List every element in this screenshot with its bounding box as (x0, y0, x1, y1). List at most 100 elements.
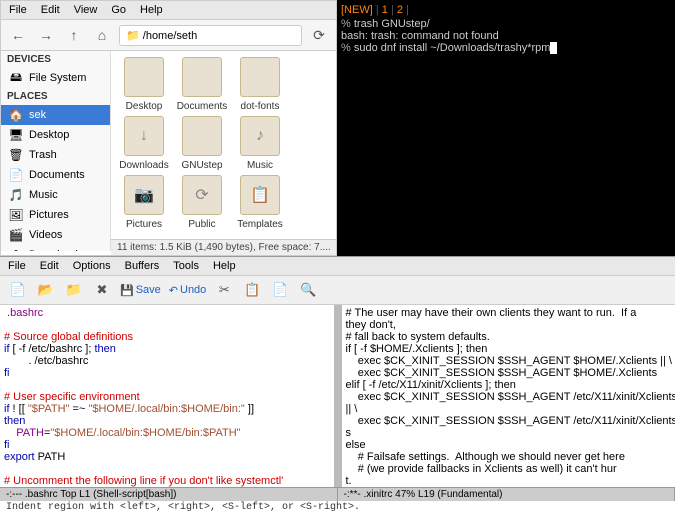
home-button[interactable]: ⌂ (91, 24, 113, 46)
document-icon: 📄 (9, 168, 23, 182)
emacs-toolbar: 📄 📂 📁 ✖ 💾Save ↶Undo ✂ 📋 📄 🔍 (0, 276, 675, 305)
path-input[interactable]: 📁 /home/seth (119, 25, 302, 46)
em-menu-help[interactable]: Help (213, 260, 236, 272)
em-menu-options[interactable]: Options (73, 260, 111, 272)
folder-downloads[interactable]: ↓Downloads (117, 116, 171, 171)
cut-button[interactable]: ✂ (214, 280, 234, 300)
sidebar-item-label: Downloads (29, 249, 83, 251)
fm-menu-help[interactable]: Help (140, 4, 163, 16)
back-button[interactable]: ← (7, 24, 29, 46)
fm-sidebar: DEVICES 🖴 File System PLACES 🏠 sek 🖥 Des… (1, 51, 111, 251)
up-button[interactable]: ↑ (63, 24, 85, 46)
code-line: # (we provide fallbacks in Xclients as w… (346, 463, 617, 475)
path-text: /home/seth (143, 30, 197, 42)
search-button[interactable]: 🔍 (298, 280, 318, 300)
term-tab-2[interactable]: 2 (397, 4, 403, 16)
sidebar-item-videos[interactable]: 🎬 Videos (1, 225, 110, 245)
code-line: exec $CK_XINIT_SESSION $SSH_AGENT $HOME/… (346, 355, 672, 367)
fm-body: DEVICES 🖴 File System PLACES 🏠 sek 🖥 Des… (1, 51, 336, 251)
sidebar-item-label: Trash (29, 149, 57, 161)
sidebar-item-trash[interactable]: 🗑 Trash (1, 145, 110, 165)
folder-label: Public (175, 219, 229, 230)
em-menu-buffers[interactable]: Buffers (125, 260, 160, 272)
forward-button[interactable]: → (35, 24, 57, 46)
term-cmd: trash GNUstep/ (354, 18, 430, 30)
folder-desktop[interactable]: Desktop (117, 57, 171, 112)
sidebar-item-documents[interactable]: 📄 Documents (1, 165, 110, 185)
fm-folder-grid[interactable]: Desktop Documents dot-fonts ↓Downloads G… (111, 51, 336, 251)
folder-templates[interactable]: 📋Templates (233, 175, 287, 230)
code-line: else (346, 439, 366, 451)
modeline-left[interactable]: -:--- .bashrc Top L1 (Shell-script[bash]… (0, 488, 338, 501)
close-button[interactable]: ✖ (92, 280, 112, 300)
prompt: % (341, 42, 351, 54)
sidebar-item-label: Videos (29, 229, 62, 241)
sidebar-item-label: sek (29, 109, 46, 121)
sidebar-item-downloads[interactable]: ⬇ Downloads (1, 245, 110, 251)
folder-label: dot-fonts (233, 101, 287, 112)
folder-pictures[interactable]: 📷Pictures (117, 175, 171, 230)
folder-icon: ↓ (124, 116, 164, 156)
fm-menu-file[interactable]: File (9, 4, 27, 16)
folder-label: Desktop (117, 101, 171, 112)
em-menu-edit[interactable]: Edit (40, 260, 59, 272)
emacs-right-pane[interactable]: # The user may have their own clients th… (342, 305, 675, 487)
section-devices: DEVICES (1, 51, 110, 68)
new-file-button[interactable]: 📄 (8, 280, 28, 300)
sidebar-item-label: Music (29, 189, 58, 201)
code-line: t. (346, 475, 352, 487)
code-line: # Failsafe settings. Although we should … (346, 451, 625, 463)
em-menu-tools[interactable]: Tools (173, 260, 199, 272)
minibuffer[interactable]: Indent region with <left>, <right>, <S-l… (0, 501, 675, 514)
fm-menubar: File Edit View Go Help (1, 1, 336, 20)
code-line: # The user may have their own clients th… (346, 307, 637, 319)
sidebar-item-label: Desktop (29, 129, 69, 141)
code-line: # User specific environment (4, 391, 140, 403)
sidebar-item-label: Pictures (29, 209, 69, 221)
terminal[interactable]: [NEW] | 1 | 2 | % trash GNUstep/ bash: t… (337, 0, 675, 256)
emacs-editor: File Edit Options Buffers Tools Help 📄 📂… (0, 256, 675, 504)
term-tab-new[interactable]: [NEW] (341, 4, 373, 16)
sidebar-item-pictures[interactable]: 🖼 Pictures (1, 205, 110, 225)
folder-icon: 📁 (126, 30, 140, 42)
undo-button[interactable]: ↶Undo (169, 280, 207, 300)
cursor (550, 42, 557, 54)
emacs-body: .bashrc # Source global definitions if [… (0, 305, 675, 487)
sidebar-item-home[interactable]: 🏠 sek (1, 105, 110, 125)
folder-gnustep[interactable]: GNUstep (175, 116, 229, 171)
folder-dotfonts[interactable]: dot-fonts (233, 57, 287, 112)
code-line: they don't, (346, 319, 396, 331)
sidebar-item-desktop[interactable]: 🖥 Desktop (1, 125, 110, 145)
em-menu-file[interactable]: File (8, 260, 26, 272)
fm-menu-edit[interactable]: Edit (41, 4, 60, 16)
fm-menu-view[interactable]: View (74, 4, 98, 16)
desktop-icon: 🖥 (9, 128, 23, 142)
folder-documents[interactable]: Documents (175, 57, 229, 112)
modeline-right[interactable]: -:**- .xinitrc 47% L19 (Fundamental) (338, 488, 675, 501)
folder-music[interactable]: ♪Music (233, 116, 287, 171)
code-line: || \ (346, 403, 358, 415)
reload-button[interactable]: ⟳ (308, 24, 330, 46)
sidebar-item-label: File System (29, 72, 86, 84)
save-button[interactable]: 💾Save (120, 280, 161, 300)
sidebar-item-label: Documents (29, 169, 85, 181)
copy-button[interactable]: 📋 (242, 280, 262, 300)
fm-menu-go[interactable]: Go (111, 4, 126, 16)
open-file-button[interactable]: 📂 (36, 280, 56, 300)
folder-public[interactable]: ⟳Public (175, 175, 229, 230)
folder-icon: 📋 (240, 175, 280, 215)
folder-button[interactable]: 📁 (64, 280, 84, 300)
code-line: exec $CK_XINIT_SESSION $SSH_AGENT $HOME/… (346, 367, 658, 379)
paste-button[interactable]: 📄 (270, 280, 290, 300)
video-icon: 🎬 (9, 228, 23, 242)
sidebar-item-filesystem[interactable]: 🖴 File System (1, 68, 110, 88)
term-tab-1[interactable]: 1 (382, 4, 388, 16)
folder-icon: 📷 (124, 175, 164, 215)
folder-label: GNUstep (175, 160, 229, 171)
sidebar-item-music[interactable]: 🎵 Music (1, 185, 110, 205)
folder-icon (240, 57, 280, 97)
folder-label: Music (233, 160, 287, 171)
code-keyword: if (4, 343, 10, 355)
code-line: exec $CK_XINIT_SESSION $SSH_AGENT /etc/X… (346, 391, 675, 403)
emacs-left-pane[interactable]: .bashrc # Source global definitions if [… (0, 305, 342, 487)
